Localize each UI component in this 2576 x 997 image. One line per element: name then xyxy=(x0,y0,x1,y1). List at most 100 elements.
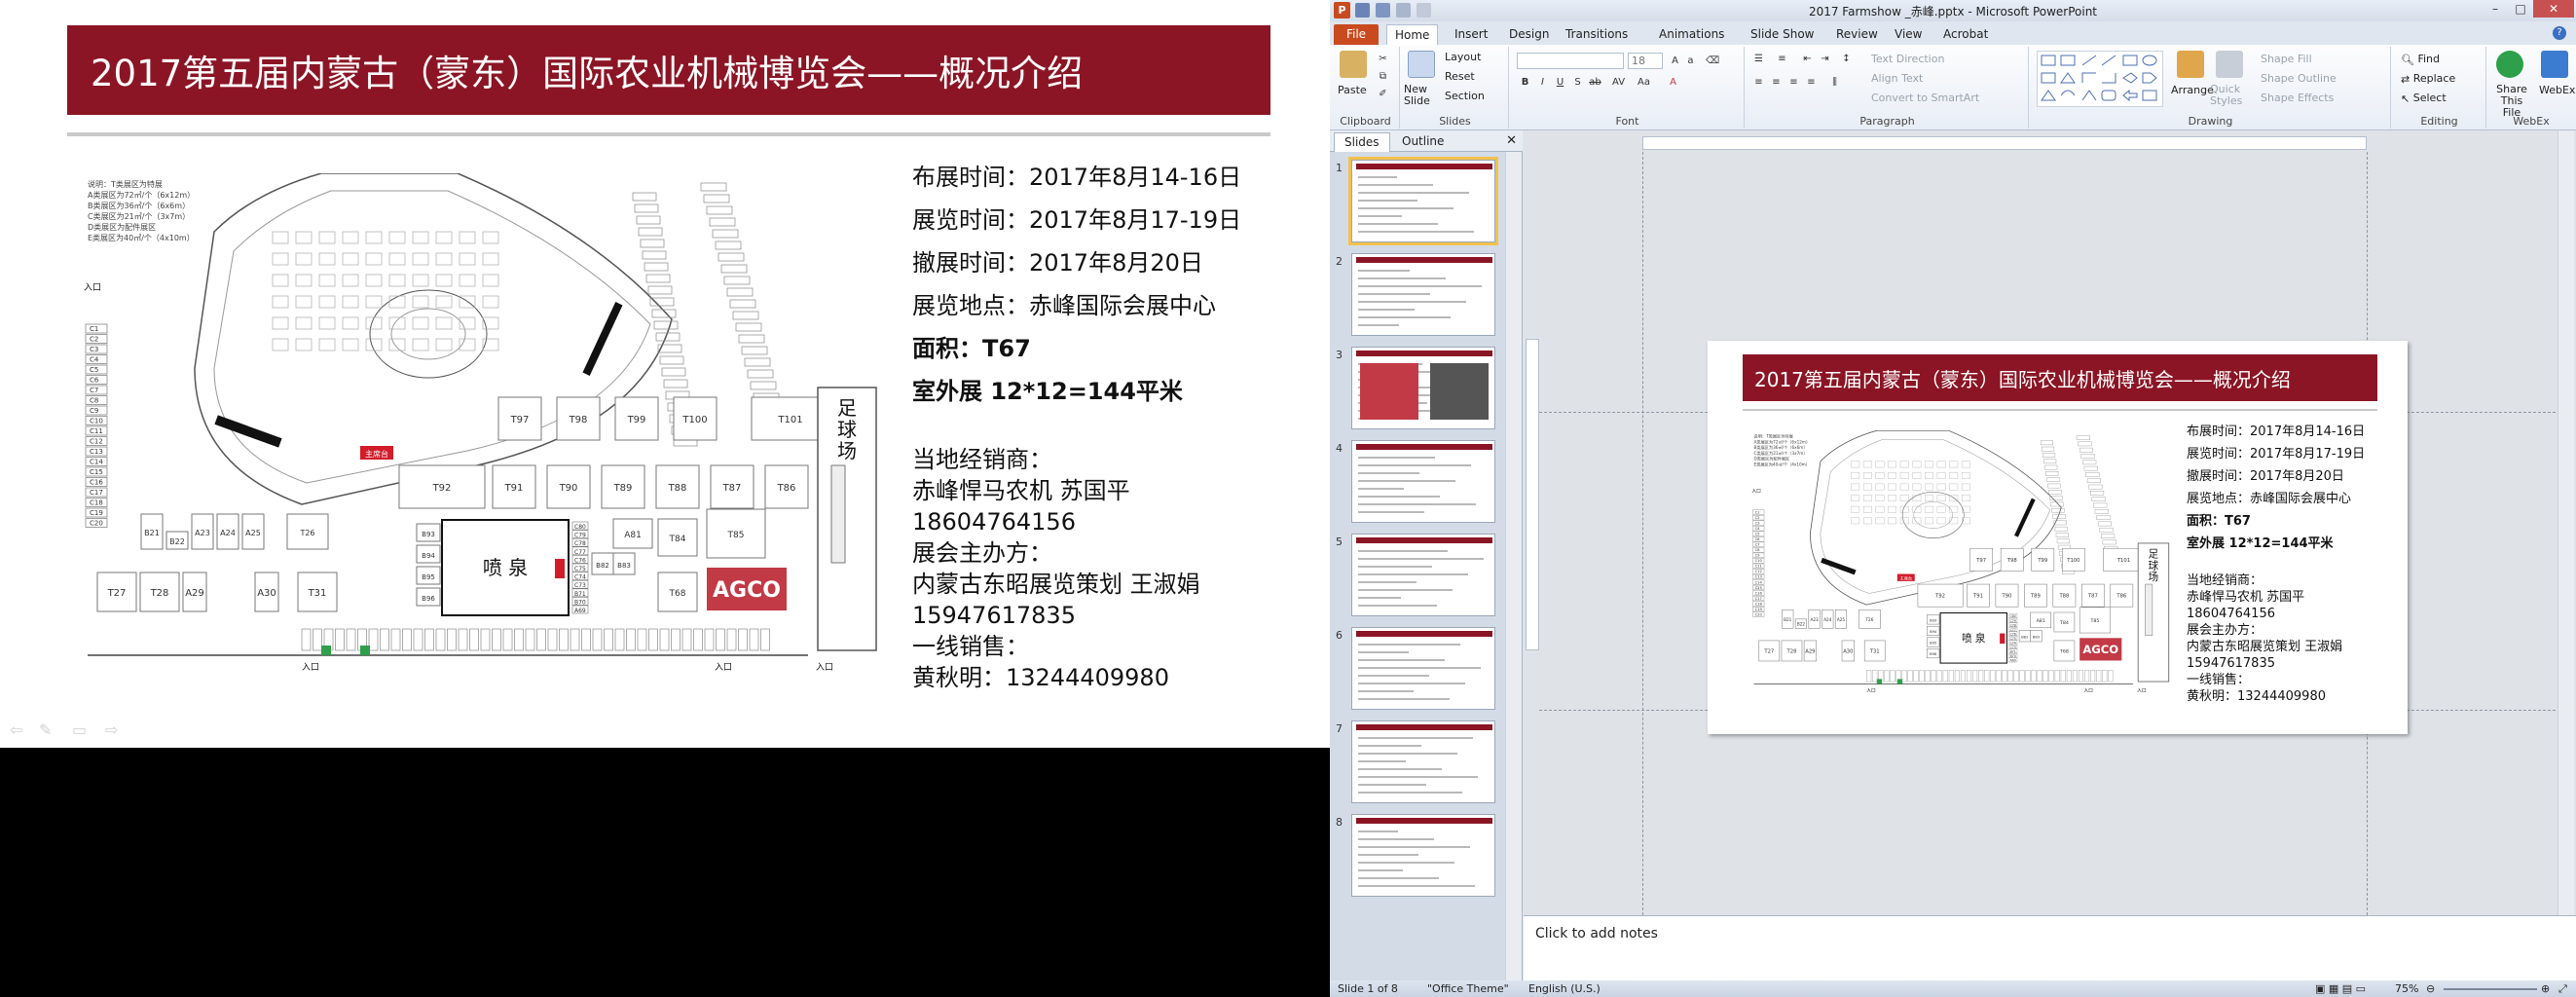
numbering-icon[interactable]: ≡ xyxy=(1776,53,1788,65)
format-painter-icon[interactable]: ✐ xyxy=(1377,88,1389,100)
thumbnail-row[interactable]: 6 xyxy=(1330,627,1505,715)
fit-window-icon[interactable]: ⤢ xyxy=(2558,982,2567,996)
tab-animations[interactable]: Animations xyxy=(1651,24,1732,45)
line-spacing-icon[interactable]: ↕ xyxy=(1840,53,1853,65)
webex-button[interactable]: WebEx xyxy=(2539,84,2575,96)
slides-scrollbar[interactable] xyxy=(1505,152,1522,980)
shrink-font-icon[interactable]: a xyxy=(1684,55,1697,67)
editing-slide[interactable]: 2017第五届内蒙古（蒙东）国际农业机械博览会——概况介绍 说明：T类展区为特展… xyxy=(1708,341,2408,734)
find-button[interactable]: 🔍︎ Find xyxy=(2401,53,2440,66)
close-pane-icon[interactable]: ✕ xyxy=(1506,133,1517,148)
paste-icon[interactable] xyxy=(1340,51,1367,78)
zoom-slider[interactable] xyxy=(2444,988,2537,990)
slideshow-menu-icon[interactable]: ▭ xyxy=(72,720,87,739)
shapes-gallery[interactable] xyxy=(2037,51,2163,107)
minimize-icon[interactable]: – xyxy=(2483,0,2508,18)
tab-outline[interactable]: Outline xyxy=(1392,132,1454,152)
font-color-icon[interactable]: A xyxy=(1667,76,1679,89)
align-right-icon[interactable]: ≡ xyxy=(1787,76,1800,89)
align-center-icon[interactable]: ≡ xyxy=(1770,76,1783,89)
slideshow-pen-icon[interactable]: ✎ xyxy=(39,720,52,739)
thumbnail-row[interactable]: 5 xyxy=(1330,534,1505,621)
section-button[interactable]: Section xyxy=(1445,90,1485,102)
zoom-out-icon[interactable]: ⊖ xyxy=(2426,982,2435,995)
tab-acrobat[interactable]: Acrobat xyxy=(1935,24,1996,45)
slide-thumbnail[interactable] xyxy=(1351,720,1495,803)
language-status[interactable]: English (U.S.) xyxy=(1528,982,1601,995)
slide-thumbnail[interactable] xyxy=(1351,814,1495,897)
align-left-icon[interactable]: ≡ xyxy=(1752,76,1765,89)
notes-pane[interactable]: Click to add notes xyxy=(1524,915,2576,980)
decrease-indent-icon[interactable]: ⇤ xyxy=(1801,53,1814,65)
layout-button[interactable]: Layout xyxy=(1445,51,1481,63)
contact-block[interactable]: 当地经销商： 赤峰悍马农机 苏国平 18604764156 展会主办方： 内蒙古… xyxy=(2187,572,2342,705)
quick-styles-icon[interactable] xyxy=(2216,51,2243,78)
tab-file[interactable]: File xyxy=(1334,24,1379,45)
help-icon[interactable]: ? xyxy=(2553,26,2566,40)
convert-smartart-button[interactable]: Convert to SmartArt xyxy=(1871,92,1979,104)
slide-thumbnail[interactable] xyxy=(1348,157,1498,245)
slide-thumbnail[interactable] xyxy=(1351,534,1495,616)
tab-slide-show[interactable]: Slide Show xyxy=(1743,24,1822,45)
increase-indent-icon[interactable]: ⇥ xyxy=(1819,53,1831,65)
slide-thumbnail[interactable] xyxy=(1351,253,1495,336)
paste-button[interactable]: Paste xyxy=(1338,84,1367,96)
tab-home[interactable]: Home xyxy=(1386,24,1439,45)
close-icon[interactable]: ✕ xyxy=(2533,0,2574,18)
tab-review[interactable]: Review xyxy=(1828,24,1886,45)
maximize-icon[interactable]: □ xyxy=(2508,0,2533,18)
zoom-level[interactable]: 75% xyxy=(2395,982,2418,995)
editor-scrollbar[interactable] xyxy=(2558,130,2574,915)
clear-formatting-icon[interactable]: ⌫ xyxy=(1706,55,1719,67)
strikethrough-icon[interactable]: ab xyxy=(1589,76,1601,89)
thumbnail-row[interactable]: 3 xyxy=(1330,347,1505,434)
reset-button[interactable]: Reset xyxy=(1445,70,1475,83)
bullets-icon[interactable]: ☰ xyxy=(1752,53,1765,65)
font-name-combo[interactable] xyxy=(1517,53,1624,69)
slide-thumbnail[interactable] xyxy=(1351,440,1495,523)
zoom-in-icon[interactable]: ⊕ xyxy=(2541,982,2550,995)
tab-transitions[interactable]: Transitions xyxy=(1558,24,1636,45)
tab-view[interactable]: View xyxy=(1887,24,1930,45)
view-buttons[interactable]: ▣ ▦ ▤ ▭ xyxy=(2315,982,2366,995)
cut-icon[interactable]: ✂ xyxy=(1377,53,1389,65)
tab-design[interactable]: Design xyxy=(1501,24,1557,45)
slide-title[interactable]: 2017第五届内蒙古（蒙东）国际农业机械博览会——概况介绍 xyxy=(1743,354,2377,401)
shadow-icon[interactable]: S xyxy=(1571,76,1584,89)
share-file-icon[interactable] xyxy=(2496,51,2523,78)
replace-button[interactable]: ⇄ Replace xyxy=(2401,72,2455,86)
thumbnail-row[interactable]: 8 xyxy=(1330,814,1505,902)
justify-icon[interactable]: ≡ xyxy=(1805,76,1818,89)
shape-effects-button[interactable]: Shape Effects xyxy=(2261,92,2334,104)
change-case-icon[interactable]: Aa xyxy=(1638,76,1650,89)
grow-font-icon[interactable]: A xyxy=(1669,55,1681,67)
arrange-button[interactable]: Arrange xyxy=(2171,84,2214,96)
columns-icon[interactable]: ⫼ xyxy=(1828,76,1841,89)
floor-plan-map[interactable]: 说明：T类展区为特展 A类展区为72㎡/个（6x12m） B类展区为36㎡/个（6x… xyxy=(1744,430,2174,697)
thumbnail-row[interactable]: 1 xyxy=(1330,157,1505,247)
share-file-button[interactable]: Share This File xyxy=(2490,84,2533,119)
copy-icon[interactable]: ⧉ xyxy=(1377,70,1389,83)
font-size-combo[interactable]: 18 xyxy=(1628,53,1663,69)
slideshow-prev-icon[interactable]: ⇦ xyxy=(10,720,22,739)
char-spacing-icon[interactable]: AV xyxy=(1612,76,1625,89)
underline-icon[interactable]: U xyxy=(1554,76,1566,89)
webex-icon[interactable] xyxy=(2541,51,2568,78)
slide-thumbnail[interactable] xyxy=(1351,347,1495,429)
shape-fill-button[interactable]: Shape Fill xyxy=(2261,53,2312,65)
thumbnail-row[interactable]: 2 xyxy=(1330,253,1505,341)
bold-icon[interactable]: B xyxy=(1519,76,1531,89)
arrange-icon[interactable] xyxy=(2177,51,2204,78)
italic-icon[interactable]: I xyxy=(1536,76,1549,89)
text-direction-button[interactable]: Text Direction xyxy=(1871,53,1944,65)
select-button[interactable]: ↖ Select xyxy=(2401,92,2447,105)
shape-outline-button[interactable]: Shape Outline xyxy=(2261,72,2337,85)
slideshow-slide[interactable]: 2017第五届内蒙古（蒙东）国际农业机械博览会——概况介绍 说明：T类展区为特展… xyxy=(0,0,1330,748)
thumbnail-row[interactable]: 4 xyxy=(1330,440,1505,528)
info-block[interactable]: 布展时间：2017年8月14-16日 展览时间：2017年8月17-19日 撤展… xyxy=(2187,421,2365,555)
align-text-button[interactable]: Align Text xyxy=(1871,72,1923,85)
new-slide-icon[interactable] xyxy=(1408,51,1435,78)
tab-insert[interactable]: Insert xyxy=(1447,24,1495,45)
tab-slides[interactable]: Slides xyxy=(1334,132,1390,152)
quick-styles-button[interactable]: Quick Styles xyxy=(2210,84,2249,107)
